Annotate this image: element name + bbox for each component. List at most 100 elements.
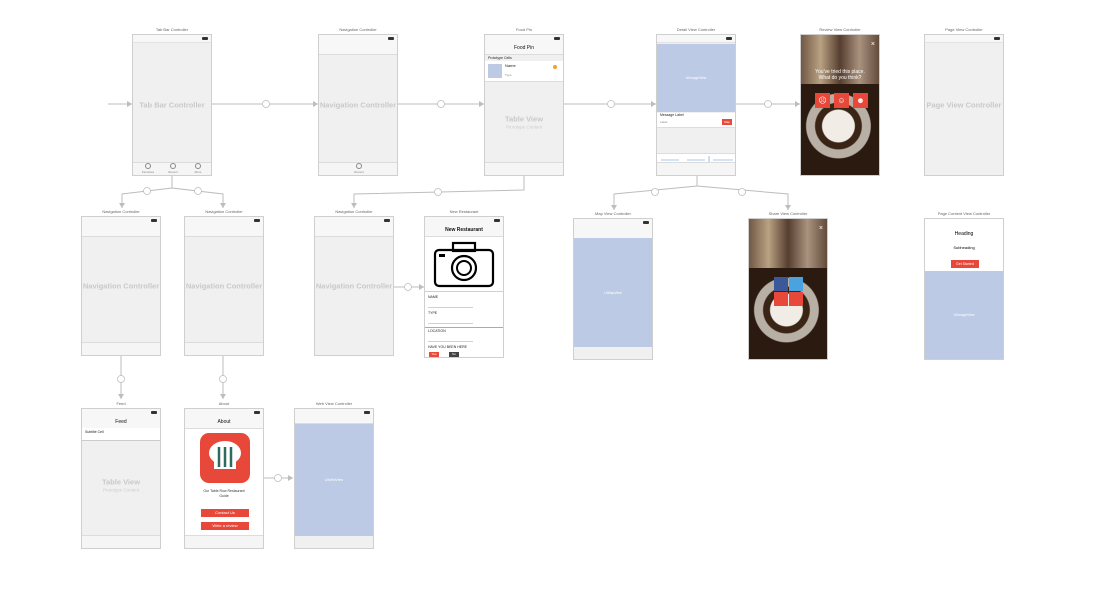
prototype-cell[interactable]: Name Type bbox=[485, 61, 563, 82]
form-label-name: NAME bbox=[428, 295, 439, 299]
battery-icon bbox=[364, 411, 370, 414]
scene-title: Food Pin bbox=[515, 27, 532, 32]
scene-label: Navigation Controller bbox=[185, 281, 263, 291]
get-started-button[interactable]: Get Started bbox=[951, 260, 979, 268]
scene-web-view-controller[interactable]: UIWebView bbox=[294, 408, 374, 549]
status-bar bbox=[133, 35, 211, 43]
segue-icon bbox=[143, 187, 151, 195]
share-facebook-button[interactable] bbox=[774, 277, 788, 291]
segue-icon bbox=[262, 100, 270, 108]
share-twitter-button[interactable] bbox=[789, 277, 803, 291]
scene-page-content-view-controller[interactable]: Heading Subheading Get Started UIImageVi… bbox=[924, 218, 1004, 360]
smile-face-icon: ☺ bbox=[837, 96, 846, 105]
map-view[interactable]: UIMapView bbox=[574, 238, 652, 347]
tab-item[interactable]: More bbox=[188, 163, 208, 174]
love-face-icon: ☻ bbox=[856, 96, 865, 105]
write-review-button[interactable]: Write a review bbox=[201, 522, 249, 530]
navigation-bar: Food Pin bbox=[485, 42, 563, 55]
clock-icon bbox=[170, 163, 176, 169]
scene-food-pin[interactable]: Food Pin Prototype Cells Name Type Table… bbox=[484, 34, 564, 176]
message-label: Message Label bbox=[660, 113, 684, 117]
scene-title: Navigation Controller bbox=[102, 209, 140, 214]
scene-about[interactable]: About Our Table Row Restaurant Guide Con… bbox=[184, 408, 264, 549]
scene-feed[interactable]: Feed Subtitle Cell Table View Prototype … bbox=[81, 408, 161, 549]
great-button[interactable]: ☻ bbox=[853, 93, 868, 108]
scene-title: Page Content View Controller bbox=[937, 211, 991, 216]
tab-item[interactable]: Favorites bbox=[138, 163, 158, 174]
share-message-button[interactable] bbox=[774, 292, 788, 306]
segue-icon bbox=[651, 188, 659, 196]
arrowhead bbox=[288, 475, 293, 481]
share-email-button[interactable] bbox=[789, 292, 803, 306]
battery-icon bbox=[151, 219, 157, 222]
status-bar bbox=[657, 35, 735, 43]
scene-review-view-controller[interactable]: × You've tried this place. What do you t… bbox=[800, 34, 880, 176]
header-image: UIImageView bbox=[657, 44, 735, 112]
scene-page-view-controller[interactable]: Page View Controller bbox=[924, 34, 1004, 176]
scene-navigation-controller-left1[interactable]: Navigation Controller bbox=[81, 216, 161, 356]
scene-navigation-controller-top[interactable]: Navigation Controller Recent bbox=[318, 34, 398, 176]
scene-title: Review View Controller bbox=[819, 27, 861, 32]
tab-bar bbox=[82, 342, 160, 355]
subtitle-cell[interactable]: Subtitle Cell bbox=[82, 428, 160, 441]
scene-tab-bar-controller[interactable]: Tab Bar Controller Favorites Recent More bbox=[132, 34, 212, 176]
navigation-bar: About bbox=[185, 416, 263, 429]
no-button[interactable]: No bbox=[449, 352, 459, 357]
good-button[interactable]: ☺ bbox=[834, 93, 849, 108]
subheading-label: Subheading bbox=[953, 245, 975, 250]
tab-bar bbox=[82, 535, 160, 548]
scene-label: Navigation Controller bbox=[82, 281, 160, 291]
arrowhead bbox=[118, 394, 124, 399]
tab-bar bbox=[185, 342, 263, 355]
scene-map-view-controller[interactable]: UIMapView bbox=[573, 218, 653, 360]
contact-us-button[interactable]: Contact Us bbox=[201, 509, 249, 517]
segue-icon bbox=[274, 474, 282, 482]
battery-icon bbox=[554, 37, 560, 40]
scene-title: Map View Controller bbox=[595, 211, 631, 216]
status-bar bbox=[925, 35, 1003, 43]
input-underline bbox=[428, 323, 473, 324]
separator bbox=[425, 327, 503, 328]
scene-detail-view-controller[interactable]: UIImageView Message Label Label Map bbox=[656, 34, 736, 176]
tab-item[interactable]: Recent bbox=[163, 163, 183, 174]
sad-face-icon: ☹ bbox=[818, 96, 827, 105]
tab-bar: Favorites Recent More bbox=[133, 162, 211, 175]
scene-title: Detail View Controller bbox=[676, 27, 716, 32]
dislike-button[interactable]: ☹ bbox=[815, 93, 830, 108]
battery-icon bbox=[254, 411, 260, 414]
segue-icon bbox=[219, 375, 227, 383]
scene-label: Tab Bar Controller bbox=[139, 100, 205, 110]
tab-item[interactable]: Recent bbox=[349, 163, 369, 174]
navigation-bar bbox=[319, 42, 397, 55]
tab-bar bbox=[185, 535, 263, 548]
scene-share-view-controller[interactable]: × bbox=[748, 218, 828, 360]
yes-button[interactable]: Yes bbox=[429, 352, 439, 357]
segue-icon bbox=[607, 100, 615, 108]
segue-icon bbox=[437, 100, 445, 108]
scene-new-restaurant[interactable]: New Restaurant NAME TYPE LOCATION HAVE Y… bbox=[424, 216, 504, 358]
segue-icon bbox=[434, 188, 442, 196]
camera-icon[interactable] bbox=[433, 238, 497, 288]
scene-label: Navigation Controller bbox=[319, 100, 397, 110]
scene-title: Web View Controller bbox=[315, 401, 353, 406]
battery-icon bbox=[494, 219, 500, 222]
scene-label: Table View Prototype Content bbox=[101, 477, 141, 493]
value-label: Label bbox=[660, 120, 668, 124]
scene-title: Navigation Controller bbox=[339, 27, 377, 32]
map-button[interactable]: Map bbox=[722, 119, 732, 125]
battery-icon bbox=[994, 37, 1000, 40]
scene-navigation-controller-left2[interactable]: Navigation Controller bbox=[184, 216, 264, 356]
heart-icon bbox=[553, 65, 557, 69]
scene-title: Share View Controller bbox=[768, 211, 808, 216]
separator bbox=[425, 291, 503, 292]
cell-subtitle: Type bbox=[505, 73, 512, 77]
battery-icon bbox=[151, 411, 157, 414]
app-logo bbox=[200, 433, 250, 483]
tab-bar bbox=[657, 162, 735, 175]
scene-navigation-controller-mid[interactable]: Navigation Controller bbox=[314, 216, 394, 356]
close-icon[interactable]: × bbox=[871, 41, 875, 48]
battery-icon bbox=[254, 219, 260, 222]
web-view[interactable]: UIWebView bbox=[295, 424, 373, 536]
close-icon[interactable]: × bbox=[819, 225, 823, 232]
navigation-bar: New Restaurant bbox=[425, 224, 503, 237]
